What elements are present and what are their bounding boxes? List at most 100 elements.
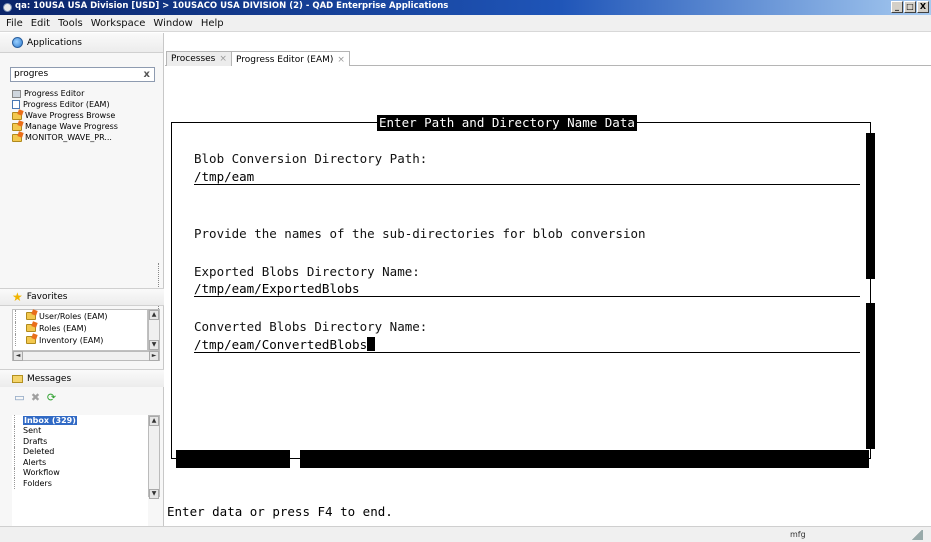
envelope-icon [12, 374, 23, 383]
folder-alerts[interactable]: Alerts [14, 457, 148, 468]
app-item-wave-progress-browse[interactable]: Wave Progress Browse [12, 110, 160, 121]
close-tab-icon[interactable]: × [219, 54, 227, 64]
tab-processes[interactable]: Processes × [166, 51, 232, 66]
app-item-label: Wave Progress Browse [25, 111, 116, 120]
search-value: progres [14, 69, 49, 79]
converted-blobs-value: /tmp/eam/ConvertedBlobs [194, 337, 368, 352]
star-icon: ★ [12, 290, 23, 304]
close-button[interactable]: X [917, 1, 929, 13]
applications-header[interactable]: Applications [0, 33, 163, 53]
folder-icon [26, 312, 36, 320]
favorite-item-label: User/Roles (EAM) [39, 311, 108, 321]
delete-icon[interactable]: ✖ [30, 392, 41, 403]
menu-workspace[interactable]: Workspace [87, 18, 150, 29]
tab-bar: Processes × Progress Editor (EAM) × [165, 48, 931, 67]
maximize-button[interactable]: □ [904, 1, 916, 13]
folder-icon [26, 324, 36, 332]
menu-window[interactable]: Window [149, 18, 196, 29]
folder-icon [12, 111, 22, 120]
frame-shadow-bar [176, 450, 290, 468]
scroll-up-icon[interactable]: ▲ [149, 310, 159, 320]
frame-title: Enter Path and Directory Name Data [377, 115, 637, 131]
exported-blobs-value: /tmp/eam/ExportedBlobs [194, 281, 360, 296]
favorites-scrollbar[interactable]: ▲ ▼ [148, 309, 160, 351]
dialog-frame: Enter Path and Directory Name Data Blob … [171, 115, 875, 468]
favorite-item[interactable]: Inventory (EAM) [15, 334, 147, 346]
window-title: qa: 10USA USA Division [USD] > 10USACO U… [15, 1, 449, 11]
terminal-status-message: Enter data or press F4 to end. [167, 504, 393, 519]
folder-icon [12, 133, 22, 142]
tab-progress-editor-eam[interactable]: Progress Editor (EAM) × [231, 51, 350, 67]
menu-help[interactable]: Help [197, 18, 228, 29]
instruction-text: Provide the names of the sub-directories… [194, 226, 646, 241]
text-cursor [367, 337, 376, 351]
app-item-monitor-wave[interactable]: MONITOR_WAVE_PR... [12, 132, 160, 143]
application-search-input[interactable]: progres x [10, 67, 155, 82]
scroll-left-icon[interactable]: ◄ [13, 351, 23, 361]
user-name: mfg [790, 530, 806, 539]
favorites-label: Favorites [26, 292, 68, 302]
blob-path-field[interactable]: /tmp/eam [194, 169, 860, 185]
tab-label: Progress Editor (EAM) [236, 54, 334, 65]
favorites-horizontal-scrollbar[interactable]: ◄ ► [12, 351, 160, 361]
status-bar: mfg [0, 526, 931, 542]
menu-tools[interactable]: Tools [54, 18, 87, 29]
app-icon [3, 3, 12, 12]
folder-label: Inbox (329) [23, 415, 77, 425]
favorites-list: User/Roles (EAM) Roles (EAM) Inventory (… [12, 309, 148, 351]
menu-edit[interactable]: Edit [27, 18, 54, 29]
app-item-label: Progress Editor (EAM) [23, 100, 110, 109]
blob-path-value: /tmp/eam [194, 169, 255, 184]
folder-workflow[interactable]: Workflow [14, 467, 148, 478]
program-icon [12, 89, 21, 98]
folder-deleted[interactable]: Deleted [14, 446, 148, 457]
app-item-label: MONITOR_WAVE_PR... [25, 133, 112, 142]
applications-label: Applications [27, 37, 82, 48]
new-folder-icon[interactable]: ▭ [14, 392, 25, 403]
menu-file[interactable]: File [2, 18, 27, 29]
messages-scrollbar[interactable]: ▲ [148, 415, 160, 497]
message-folder-list: Inbox (329) Sent Drafts Deleted Alerts W… [12, 415, 148, 533]
folder-sent[interactable]: Sent [14, 425, 148, 436]
converted-blobs-label: Converted Blobs Directory Name: [194, 319, 428, 334]
folder-icon [12, 122, 22, 131]
messages-header[interactable]: Messages [0, 369, 164, 387]
resize-grip-icon[interactable] [911, 530, 923, 540]
scroll-down-icon[interactable]: ▼ [149, 489, 159, 499]
favorite-item-label: Inventory (EAM) [39, 335, 104, 345]
app-item-manage-wave-progress[interactable]: Manage Wave Progress [12, 121, 160, 132]
folder-inbox[interactable]: Inbox (329) [14, 415, 148, 426]
messages-label: Messages [27, 373, 72, 384]
frame-shadow-bar [866, 133, 875, 279]
clear-search-icon[interactable]: x [144, 68, 150, 81]
app-item-progress-editor[interactable]: Progress Editor [12, 88, 160, 99]
messages-toolbar: ▭ ✖ ⟳ [14, 392, 57, 403]
close-tab-icon[interactable]: × [337, 55, 345, 65]
favorite-item[interactable]: Roles (EAM) [15, 322, 147, 334]
folder-label: Drafts [23, 436, 48, 446]
menu-bar: File Edit Tools Workspace Window Help [0, 15, 931, 32]
app-item-label: Manage Wave Progress [25, 122, 118, 131]
folder-label: Deleted [23, 447, 55, 457]
terminal-area[interactable]: Enter Path and Directory Name Data Blob … [165, 66, 931, 526]
exported-blobs-field[interactable]: /tmp/eam/ExportedBlobs [194, 281, 860, 297]
applications-icon [12, 37, 23, 48]
scroll-down-icon[interactable]: ▼ [149, 340, 159, 350]
app-item-progress-editor-eam[interactable]: Progress Editor (EAM) [12, 99, 160, 110]
favorite-item-label: Roles (EAM) [39, 323, 87, 333]
converted-blobs-field[interactable]: /tmp/eam/ConvertedBlobs [194, 337, 860, 353]
scroll-right-icon[interactable]: ► [149, 351, 159, 361]
folder-label: Workflow [23, 468, 60, 478]
scroll-up-icon[interactable]: ▲ [149, 416, 159, 426]
minimize-button[interactable]: _ [891, 1, 903, 13]
favorites-header[interactable]: ★ Favorites [0, 288, 164, 306]
refresh-icon[interactable]: ⟳ [46, 392, 57, 403]
blob-path-label: Blob Conversion Directory Path: [194, 151, 428, 166]
favorite-item[interactable]: User/Roles (EAM) [15, 310, 147, 322]
folder-folders[interactable]: Folders [14, 478, 148, 489]
application-list: Progress Editor Progress Editor (EAM) Wa… [12, 88, 160, 143]
folder-icon [26, 336, 36, 344]
tab-label: Processes [171, 54, 216, 64]
window-controls: _ □ X [891, 1, 929, 13]
folder-drafts[interactable]: Drafts [14, 436, 148, 447]
